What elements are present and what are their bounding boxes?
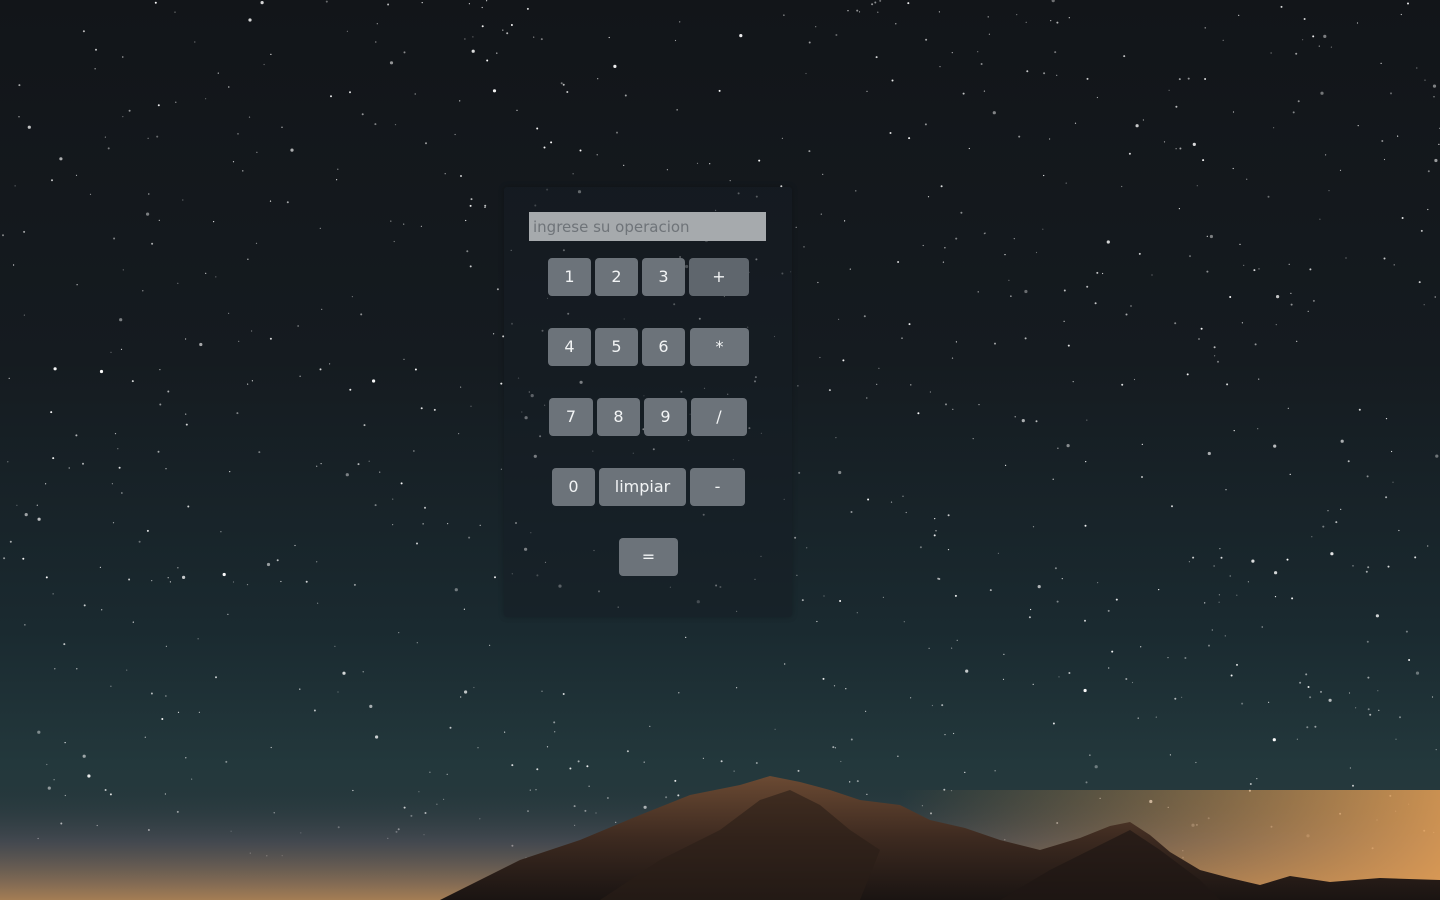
key-5-button[interactable]: 5 — [595, 328, 638, 366]
key-7-button[interactable]: 7 — [549, 398, 593, 436]
divide-button[interactable]: / — [691, 398, 747, 436]
minus-button[interactable]: - — [690, 468, 745, 506]
key-9-button[interactable]: 9 — [644, 398, 687, 436]
key-1-button[interactable]: 1 — [548, 258, 591, 296]
clear-button[interactable]: limpiar — [599, 468, 686, 506]
operation-input[interactable] — [529, 212, 766, 241]
key-6-button[interactable]: 6 — [642, 328, 685, 366]
key-8-button[interactable]: 8 — [597, 398, 640, 436]
key-0-button[interactable]: 0 — [552, 468, 595, 506]
key-2-button[interactable]: 2 — [595, 258, 638, 296]
key-3-button[interactable]: 3 — [642, 258, 685, 296]
key-4-button[interactable]: 4 — [548, 328, 591, 366]
multiply-button[interactable]: * — [690, 328, 749, 366]
equals-button[interactable]: = — [619, 538, 678, 576]
plus-button[interactable]: + — [689, 258, 749, 296]
